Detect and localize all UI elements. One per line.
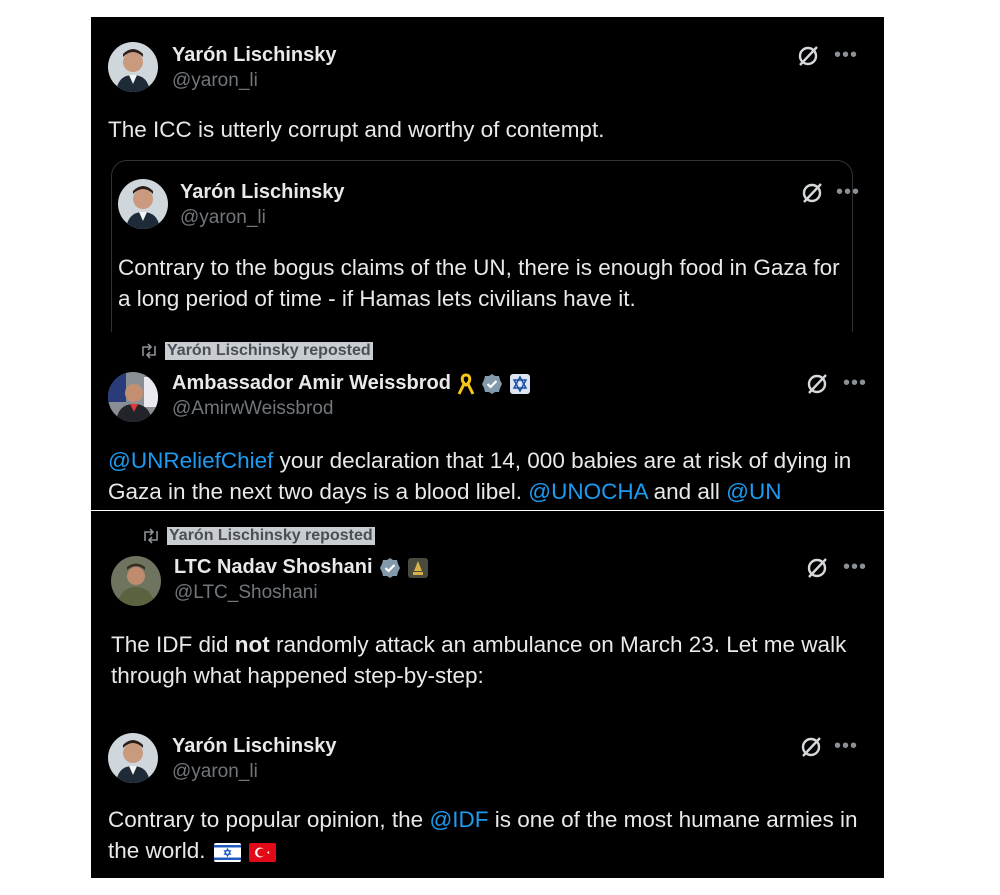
avatar[interactable]	[108, 42, 158, 92]
tweet-screenshot-3: Yarón Lischinsky reposted LTC Nadav Shos…	[91, 511, 884, 717]
author-handle[interactable]: @AmirwWeissbrod	[172, 398, 333, 420]
affiliation-badge-icon	[509, 373, 530, 394]
author-name[interactable]: Yarón Lischinsky	[172, 44, 337, 67]
affiliation-badge-icon	[407, 557, 428, 578]
tweet-text: Contrary to the bogus claims of the UN, …	[118, 255, 840, 311]
israel-flag-icon	[213, 842, 241, 862]
verified-badge-icon	[379, 557, 400, 578]
turkey-flag-icon	[249, 842, 277, 862]
tweet-text: The ICC is utterly corrupt and worthy of…	[108, 117, 605, 142]
more-dots-icon[interactable]: •••	[843, 557, 867, 577]
tweet-screenshot-4: Yarón Lischinsky @yaron_li ••• Contrary …	[91, 717, 884, 878]
grok-slash-circle-icon[interactable]	[800, 181, 824, 205]
more-dots-icon[interactable]: •••	[836, 182, 860, 202]
repost-icon	[144, 528, 158, 544]
author-handle[interactable]: @yaron_li	[180, 207, 266, 229]
tweet-text: The IDF did not randomly attack an ambul…	[111, 632, 847, 688]
author-handle[interactable]: @yaron_li	[172, 70, 258, 92]
tweet-text: @UNReliefChief your declaration that 14,…	[108, 448, 852, 504]
avatar[interactable]	[118, 179, 168, 229]
author-name[interactable]: Yarón Lischinsky	[180, 181, 345, 204]
author-handle[interactable]: @yaron_li	[172, 761, 258, 783]
repost-icon	[142, 343, 156, 359]
mention-link[interactable]: @IDF	[429, 807, 488, 832]
avatar[interactable]	[108, 372, 158, 422]
author-handle[interactable]: @LTC_Shoshani	[174, 582, 318, 604]
mention-link[interactable]: @UN	[726, 479, 781, 504]
avatar[interactable]	[111, 556, 161, 606]
author-name-text: LTC Nadav Shoshani	[174, 556, 373, 578]
grok-slash-circle-icon[interactable]	[799, 735, 823, 759]
author-name[interactable]: Ambassador Amir Weissbrod	[172, 372, 531, 395]
more-dots-icon[interactable]: •••	[843, 373, 867, 393]
repost-indicator[interactable]: Yarón Lischinsky reposted	[141, 527, 375, 545]
tweet-screenshot-1: Yarón Lischinsky @yaron_li ••• The ICC i…	[91, 17, 884, 332]
tweet-text: Contrary to popular opinion, the @IDF is…	[108, 807, 858, 863]
mention-link[interactable]: @UNOCHA	[528, 479, 647, 504]
grok-slash-circle-icon[interactable]	[805, 372, 829, 396]
avatar[interactable]	[108, 733, 158, 783]
grok-slash-circle-icon[interactable]	[796, 44, 820, 68]
more-dots-icon[interactable]: •••	[834, 736, 858, 756]
repost-label: Yarón Lischinsky reposted	[165, 342, 373, 360]
more-dots-icon[interactable]: •••	[834, 45, 858, 65]
repost-label: Yarón Lischinsky reposted	[167, 527, 375, 545]
mention-link[interactable]: @UNReliefChief	[108, 448, 273, 473]
verified-badge-icon	[481, 373, 502, 394]
repost-indicator[interactable]: Yarón Lischinsky reposted	[139, 342, 373, 360]
author-name-text: Ambassador Amir Weissbrod	[172, 372, 451, 394]
author-name[interactable]: LTC Nadav Shoshani	[174, 556, 429, 579]
emphasis-text: not	[234, 632, 270, 657]
author-name[interactable]: Yarón Lischinsky	[172, 735, 337, 758]
grok-slash-circle-icon[interactable]	[805, 556, 829, 580]
yellow-ribbon-icon	[457, 372, 475, 395]
tweet-screenshot-2: Yarón Lischinsky reposted Ambassador Ami…	[91, 332, 884, 510]
